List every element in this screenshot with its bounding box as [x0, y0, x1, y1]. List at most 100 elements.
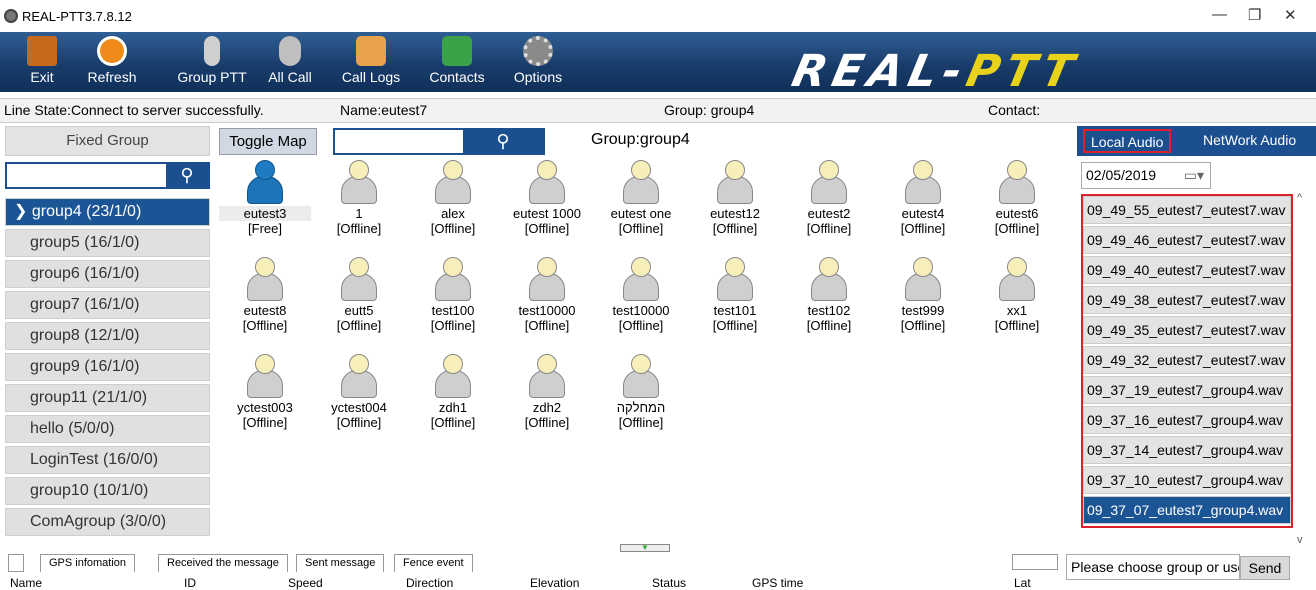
message-input[interactable]: Please choose group or user — [1066, 554, 1240, 580]
audio-file-item[interactable]: 09_37_10_eutest7_group4.wav — [1083, 466, 1291, 494]
date-picker[interactable]: 02/05/2019 ▭▾ — [1081, 162, 1211, 189]
close-button[interactable]: ✕ — [1284, 6, 1297, 24]
toggle-map-button[interactable]: Toggle Map — [219, 128, 317, 155]
call-logs-button[interactable]: Call Logs — [336, 32, 406, 92]
fixed-group-header[interactable]: Fixed Group — [5, 126, 210, 156]
group-ptt-button[interactable]: Group PTT — [172, 32, 252, 92]
user-name: eutest one — [610, 206, 672, 221]
user-item[interactable]: yctest003 [Offline] — [219, 354, 311, 430]
user-item[interactable]: eutest3 [Free] — [219, 160, 311, 236]
audio-file-item[interactable]: 09_37_19_eutest7_group4.wav — [1083, 376, 1291, 404]
group-item[interactable]: group6 (16/1/0) — [5, 260, 210, 288]
tab-gps-information[interactable]: GPS infomation — [40, 554, 136, 572]
user-item[interactable]: eutest12 [Offline] — [689, 160, 781, 236]
user-item[interactable]: test999 [Offline] — [877, 257, 969, 333]
file-list-scrollbar[interactable]: ^ v — [1297, 192, 1311, 546]
audio-file-item[interactable]: 09_49_55_eutest7_eutest7.wav — [1083, 196, 1291, 224]
group-item[interactable]: group11 (21/1/0) — [5, 384, 210, 412]
group-item[interactable]: group10 (10/1/0) — [5, 477, 210, 505]
tab-network-audio[interactable]: NetWork Audio — [1197, 129, 1302, 153]
user-item[interactable]: test10000 [Offline] — [501, 257, 593, 333]
column-id: ID — [184, 576, 196, 590]
group-item[interactable]: group8 (12/1/0) — [5, 322, 210, 350]
group-item[interactable]: LoginTest (16/0/0) — [5, 446, 210, 474]
user-item[interactable]: test102 [Offline] — [783, 257, 875, 333]
user-status: [Offline] — [618, 221, 664, 236]
audio-file-item[interactable]: 09_49_40_eutest7_eutest7.wav — [1083, 256, 1291, 284]
user-status: [Offline] — [618, 318, 664, 333]
search-icon[interactable]: ⚲ — [463, 130, 543, 153]
tab-fence-event[interactable]: Fence event — [394, 554, 473, 572]
user-item[interactable]: test100 [Offline] — [407, 257, 499, 333]
user-item[interactable]: zdh1 [Offline] — [407, 354, 499, 430]
group-item[interactable]: ComAgroup (3/0/0) — [5, 508, 210, 536]
window-title: REAL-PTT3.7.8.12 — [22, 8, 132, 24]
user-item[interactable]: eutest6 [Offline] — [971, 160, 1063, 236]
send-button[interactable]: Send — [1240, 556, 1290, 580]
user-name: zdh1 — [438, 400, 468, 415]
audio-tabs: Local Audio NetWork Audio — [1077, 126, 1316, 156]
user-item[interactable]: test10000 [Offline] — [595, 257, 687, 333]
user-item[interactable]: eutest one [Offline] — [595, 160, 687, 236]
user-item[interactable]: 1 [Offline] — [313, 160, 405, 236]
user-item[interactable]: test101 [Offline] — [689, 257, 781, 333]
tab-local-audio[interactable]: Local Audio — [1083, 129, 1172, 153]
real-ptt-logo: REAL-PTT — [787, 46, 1085, 97]
restore-button[interactable]: ❐ — [1248, 6, 1261, 24]
search-icon[interactable]: ⚲ — [166, 164, 208, 187]
user-status: [Free] — [248, 221, 282, 236]
contacts-button[interactable]: Contacts — [422, 32, 492, 92]
group-item[interactable]: group5 (16/1/0) — [5, 229, 210, 257]
user-avatar-icon — [715, 160, 755, 204]
user-avatar-icon — [433, 160, 473, 204]
user-name: eutest6 — [995, 206, 1039, 221]
group-item[interactable]: group9 (16/1/0) — [5, 353, 210, 381]
group-item[interactable]: hello (5/0/0) — [5, 415, 210, 443]
user-avatar-icon — [527, 354, 567, 398]
all-call-button[interactable]: All Call — [260, 32, 320, 92]
user-search-input[interactable]: ⚲ — [333, 128, 545, 155]
user-item[interactable]: eutt5 [Offline] — [313, 257, 405, 333]
bottom-panel: GPS infomation Received the message Sent… — [0, 540, 1316, 590]
user-item[interactable]: yctest004 [Offline] — [313, 354, 405, 430]
column-speed: Speed — [288, 576, 323, 590]
options-button[interactable]: Options — [506, 32, 570, 92]
minimize-button[interactable]: — — [1212, 6, 1227, 23]
audio-file-item[interactable]: 09_49_35_eutest7_eutest7.wav — [1083, 316, 1291, 344]
user-item[interactable]: eutest 1000 [Offline] — [501, 160, 593, 236]
group-item[interactable]: group7 (16/1/0) — [5, 291, 210, 319]
user-item[interactable]: eutest2 [Offline] — [783, 160, 875, 236]
refresh-button[interactable]: Refresh — [76, 32, 148, 92]
user-status: [Offline] — [900, 221, 946, 236]
user-avatar-icon — [433, 354, 473, 398]
panel-toggle-box[interactable] — [8, 554, 24, 572]
audio-file-item[interactable]: 09_37_07_eutest7_group4.wav — [1083, 496, 1291, 524]
user-status: [Offline] — [900, 318, 946, 333]
current-group-text: Group: group4 — [664, 102, 755, 118]
collapse-handle[interactable]: ▼ — [620, 544, 670, 552]
layout-switch[interactable] — [1012, 554, 1058, 570]
user-avatar-icon — [527, 160, 567, 204]
audio-file-item[interactable]: 09_49_32_eutest7_eutest7.wav — [1083, 346, 1291, 374]
line-state-text: Line State:Connect to server successfull… — [4, 102, 264, 118]
user-item[interactable]: zdh2 [Offline] — [501, 354, 593, 430]
tab-sent-message[interactable]: Sent message — [296, 554, 385, 572]
audio-file-item[interactable]: 09_37_14_eutest7_group4.wav — [1083, 436, 1291, 464]
user-item[interactable]: alex [Offline] — [407, 160, 499, 236]
user-name: zdh2 — [532, 400, 562, 415]
tab-received-message[interactable]: Received the message — [158, 554, 288, 572]
audio-file-item[interactable]: 09_37_16_eutest7_group4.wav — [1083, 406, 1291, 434]
user-avatar-icon — [621, 257, 661, 301]
exit-button[interactable]: Exit — [20, 32, 64, 92]
user-item[interactable]: xx1 [Offline] — [971, 257, 1063, 333]
user-item[interactable]: המחלקה [Offline] — [595, 354, 687, 430]
user-status: [Offline] — [242, 415, 288, 430]
user-item[interactable]: eutest4 [Offline] — [877, 160, 969, 236]
audio-file-item[interactable]: 09_49_38_eutest7_eutest7.wav — [1083, 286, 1291, 314]
group-item[interactable]: ❯ group4 (23/1/0) — [5, 198, 210, 226]
user-item[interactable]: eutest8 [Offline] — [219, 257, 311, 333]
user-avatar-icon — [715, 257, 755, 301]
audio-file-item[interactable]: 09_49_46_eutest7_eutest7.wav — [1083, 226, 1291, 254]
group-search-input[interactable]: ⚲ — [5, 162, 210, 189]
user-name: eutest2 — [807, 206, 851, 221]
